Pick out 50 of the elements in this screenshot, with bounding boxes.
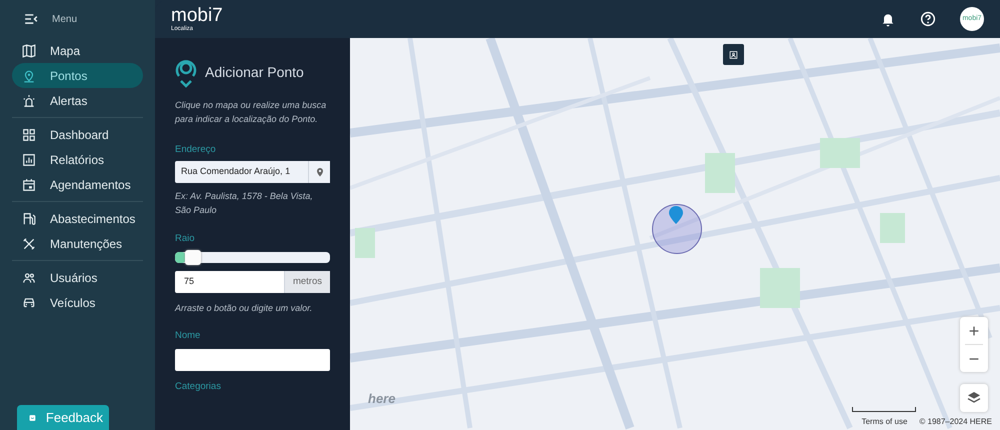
logo-text: mobi7 <box>171 6 223 25</box>
hint-text: Ex: Av. Paulista, 1578 - Bela Vista, São Paulo <box>175 190 314 218</box>
sidebar-item[interactable]: Mapa <box>12 38 143 63</box>
help-icon[interactable] <box>920 11 936 27</box>
radius-field[interactable]: 75 <box>175 271 284 294</box>
zoom-out-button[interactable]: − <box>960 345 988 372</box>
sidebar-item[interactable]: Relatórios <box>12 147 143 172</box>
map-icon <box>22 44 36 58</box>
car-icon <box>22 296 36 310</box>
copyright-text: © 1987–2024 HERE <box>919 416 992 428</box>
sidebar-item[interactable]: Agendamentos <box>12 172 143 197</box>
map-brand-logo: here <box>368 390 396 408</box>
street-view-person-icon[interactable] <box>723 44 744 65</box>
field-label: Nome <box>175 329 202 344</box>
sidebar-item[interactable]: Dashboard <box>12 122 143 147</box>
hint-text: Arraste o botão ou digite um valor. <box>175 302 314 316</box>
tools-icon <box>22 236 36 250</box>
sidebar-item[interactable]: Abastecimentos <box>12 206 143 231</box>
sidebar-item[interactable]: Pontos <box>12 63 143 88</box>
field-label: Categorias <box>175 380 222 394</box>
sidebar-item[interactable]: Manutenções <box>12 231 143 256</box>
slider-thumb[interactable] <box>184 250 201 266</box>
report-icon <box>22 152 36 166</box>
field-label: Raio <box>175 232 196 246</box>
layers-icon[interactable] <box>960 384 988 412</box>
siren-icon <box>22 94 36 108</box>
menu-label: Menu <box>52 12 78 26</box>
scale-bar <box>852 407 916 412</box>
terms-link[interactable]: Terms of use <box>862 416 908 428</box>
fuel-pump-icon <box>22 212 36 226</box>
radius-slider[interactable] <box>175 250 330 266</box>
map-marker-icon <box>668 205 684 225</box>
zoom-in-button[interactable]: + <box>960 317 988 344</box>
panel-title: Adicionar Ponto <box>205 62 304 82</box>
sidebar-item[interactable]: Alertas <box>12 88 143 113</box>
dashboard-icon <box>22 128 36 142</box>
address-field[interactable]: Rua Comendador Araújo, 1 <box>175 161 308 184</box>
instructions-text: Clique no mapa ou realize uma busca para indicar a localização do Ponto. <box>175 99 328 126</box>
calendar-icon <box>22 178 36 192</box>
location-pin-icon <box>316 167 324 178</box>
name-field[interactable] <box>175 348 330 371</box>
sidebar-item[interactable]: Veículos <box>12 290 143 315</box>
menu-toggle-icon[interactable] <box>24 13 38 25</box>
unit-label: metros <box>284 271 330 294</box>
radius-circle <box>652 204 702 254</box>
locate-button[interactable] <box>308 161 330 184</box>
sidebar-item[interactable]: Usuários <box>12 265 143 290</box>
location-pin-icon <box>22 68 36 82</box>
users-icon <box>22 270 36 284</box>
field-label: Endereço <box>175 142 217 157</box>
